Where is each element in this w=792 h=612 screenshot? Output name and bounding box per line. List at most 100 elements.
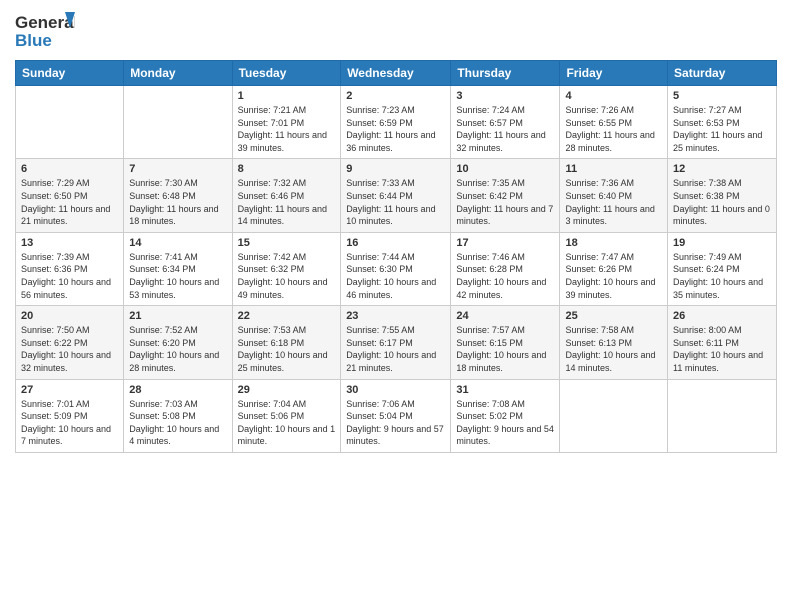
day-info: Sunrise: 7:32 AMSunset: 6:46 PMDaylight:… <box>238 177 336 227</box>
day-number: 12 <box>673 163 771 175</box>
day-number: 11 <box>565 163 662 175</box>
day-number: 27 <box>21 384 118 396</box>
day-number: 22 <box>238 310 336 322</box>
day-number: 8 <box>238 163 336 175</box>
day-number: 14 <box>129 237 226 249</box>
day-number: 17 <box>456 237 554 249</box>
day-info: Sunrise: 7:33 AMSunset: 6:44 PMDaylight:… <box>346 177 445 227</box>
day-cell-7: 7 Sunrise: 7:30 AMSunset: 6:48 PMDaylight… <box>124 159 232 232</box>
day-header-monday: Monday <box>124 61 232 86</box>
day-cell-10: 10 Sunrise: 7:35 AMSunset: 6:42 PMDayligh… <box>451 159 560 232</box>
day-cell-29: 29Sunrise: 7:04 AMSunset: 5:06 PMDayligh… <box>232 379 341 452</box>
week-row-4: 20 Sunrise: 7:50 AMSunset: 6:22 PMDayligh… <box>16 306 777 379</box>
day-cell-18: 18Sunrise: 7:47 AMSunset: 6:26 PMDayligh… <box>560 232 668 305</box>
logo-svg: GeneralBlue <box>15 10 75 52</box>
day-number: 7 <box>129 163 226 175</box>
week-row-1: 1 Sunrise: 7:21 AMSunset: 7:01 PMDaylight… <box>16 86 777 159</box>
day-info: Sunrise: 7:08 AMSunset: 5:02 PMDaylight:… <box>456 398 554 448</box>
day-info: Sunrise: 7:26 AMSunset: 6:55 PMDaylight:… <box>565 104 662 154</box>
day-number: 3 <box>456 90 554 102</box>
day-info: Sunrise: 7:21 AMSunset: 7:01 PMDaylight:… <box>238 104 336 154</box>
day-number: 13 <box>21 237 118 249</box>
day-cell-12: 12 Sunrise: 7:38 AMSunset: 6:38 PMDayligh… <box>668 159 777 232</box>
day-info: Sunrise: 7:06 AMSunset: 5:04 PMDaylight:… <box>346 398 445 448</box>
day-info: Sunrise: 7:44 AMSunset: 6:30 PMDaylight:… <box>346 251 445 301</box>
page: GeneralBlue SundayMondayTuesdayWednesday… <box>0 0 792 612</box>
calendar-table: SundayMondayTuesdayWednesdayThursdayFrid… <box>15 60 777 453</box>
day-info: Sunrise: 7:35 AMSunset: 6:42 PMDaylight:… <box>456 177 554 227</box>
day-number: 23 <box>346 310 445 322</box>
header: GeneralBlue <box>15 10 777 52</box>
day-cell-empty <box>124 86 232 159</box>
day-number: 21 <box>129 310 226 322</box>
day-cell-empty <box>16 86 124 159</box>
week-row-5: 27 Sunrise: 7:01 AMSunset: 5:09 PMDayligh… <box>16 379 777 452</box>
day-header-thursday: Thursday <box>451 61 560 86</box>
day-cell-13: 13 Sunrise: 7:39 AMSunset: 6:36 PMDayligh… <box>16 232 124 305</box>
day-number: 20 <box>21 310 118 322</box>
day-info: Sunrise: 7:58 AMSunset: 6:13 PMDaylight:… <box>565 324 662 374</box>
day-info: Sunrise: 7:03 AMSunset: 5:08 PMDaylight:… <box>129 398 226 448</box>
day-number: 19 <box>673 237 771 249</box>
day-cell-11: 11 Sunrise: 7:36 AMSunset: 6:40 PMDayligh… <box>560 159 668 232</box>
svg-text:Blue: Blue <box>15 31 52 50</box>
day-info: Sunrise: 7:36 AMSunset: 6:40 PMDaylight:… <box>565 177 662 227</box>
day-info: Sunrise: 7:23 AMSunset: 6:59 PMDaylight:… <box>346 104 445 154</box>
day-number: 16 <box>346 237 445 249</box>
svg-text:General: General <box>15 13 75 32</box>
day-number: 9 <box>346 163 445 175</box>
day-cell-27: 27 Sunrise: 7:01 AMSunset: 5:09 PMDayligh… <box>16 379 124 452</box>
day-cell-3: 3 Sunrise: 7:24 AMSunset: 6:57 PMDaylight… <box>451 86 560 159</box>
day-cell-19: 19Sunrise: 7:49 AMSunset: 6:24 PMDayligh… <box>668 232 777 305</box>
day-info: Sunrise: 7:57 AMSunset: 6:15 PMDaylight:… <box>456 324 554 374</box>
day-cell-30: 30Sunrise: 7:06 AMSunset: 5:04 PMDayligh… <box>341 379 451 452</box>
day-header-wednesday: Wednesday <box>341 61 451 86</box>
day-info: Sunrise: 7:50 AMSunset: 6:22 PMDaylight:… <box>21 324 118 374</box>
day-number: 31 <box>456 384 554 396</box>
day-info: Sunrise: 7:24 AMSunset: 6:57 PMDaylight:… <box>456 104 554 154</box>
day-info: Sunrise: 7:52 AMSunset: 6:20 PMDaylight:… <box>129 324 226 374</box>
day-cell-22: 22 Sunrise: 7:53 AMSunset: 6:18 PMDayligh… <box>232 306 341 379</box>
day-header-tuesday: Tuesday <box>232 61 341 86</box>
day-info: Sunrise: 7:38 AMSunset: 6:38 PMDaylight:… <box>673 177 771 227</box>
day-cell-25: 25 Sunrise: 7:58 AMSunset: 6:13 PMDayligh… <box>560 306 668 379</box>
day-cell-20: 20 Sunrise: 7:50 AMSunset: 6:22 PMDayligh… <box>16 306 124 379</box>
day-info: Sunrise: 7:04 AMSunset: 5:06 PMDaylight:… <box>238 398 336 448</box>
day-info: Sunrise: 7:53 AMSunset: 6:18 PMDaylight:… <box>238 324 336 374</box>
logo: GeneralBlue <box>15 10 75 52</box>
week-row-3: 13 Sunrise: 7:39 AMSunset: 6:36 PMDayligh… <box>16 232 777 305</box>
day-number: 28 <box>129 384 226 396</box>
day-number: 2 <box>346 90 445 102</box>
day-cell-14: 14 Sunrise: 7:41 AMSunset: 6:34 PMDayligh… <box>124 232 232 305</box>
day-info: Sunrise: 7:30 AMSunset: 6:48 PMDaylight:… <box>129 177 226 227</box>
day-cell-23: 23Sunrise: 7:55 AMSunset: 6:17 PMDayligh… <box>341 306 451 379</box>
day-cell-21: 21 Sunrise: 7:52 AMSunset: 6:20 PMDayligh… <box>124 306 232 379</box>
day-number: 25 <box>565 310 662 322</box>
day-header-saturday: Saturday <box>668 61 777 86</box>
day-number: 24 <box>456 310 554 322</box>
week-row-2: 6Sunrise: 7:29 AMSunset: 6:50 PMDaylight… <box>16 159 777 232</box>
day-info: Sunrise: 7:27 AMSunset: 6:53 PMDaylight:… <box>673 104 771 154</box>
day-number: 1 <box>238 90 336 102</box>
day-cell-empty <box>560 379 668 452</box>
day-headers-row: SundayMondayTuesdayWednesdayThursdayFrid… <box>16 61 777 86</box>
day-cell-6: 6Sunrise: 7:29 AMSunset: 6:50 PMDaylight… <box>16 159 124 232</box>
day-info: Sunrise: 8:00 AMSunset: 6:11 PMDaylight:… <box>673 324 771 374</box>
day-cell-9: 9 Sunrise: 7:33 AMSunset: 6:44 PMDaylight… <box>341 159 451 232</box>
day-number: 5 <box>673 90 771 102</box>
day-cell-28: 28 Sunrise: 7:03 AMSunset: 5:08 PMDayligh… <box>124 379 232 452</box>
day-info: Sunrise: 7:46 AMSunset: 6:28 PMDaylight:… <box>456 251 554 301</box>
day-cell-empty <box>668 379 777 452</box>
day-cell-4: 4 Sunrise: 7:26 AMSunset: 6:55 PMDaylight… <box>560 86 668 159</box>
day-cell-31: 31 Sunrise: 7:08 AMSunset: 5:02 PMDayligh… <box>451 379 560 452</box>
day-cell-16: 16 Sunrise: 7:44 AMSunset: 6:30 PMDayligh… <box>341 232 451 305</box>
day-info: Sunrise: 7:39 AMSunset: 6:36 PMDaylight:… <box>21 251 118 301</box>
day-info: Sunrise: 7:01 AMSunset: 5:09 PMDaylight:… <box>21 398 118 448</box>
day-cell-15: 15Sunrise: 7:42 AMSunset: 6:32 PMDayligh… <box>232 232 341 305</box>
day-info: Sunrise: 7:47 AMSunset: 6:26 PMDaylight:… <box>565 251 662 301</box>
day-number: 15 <box>238 237 336 249</box>
day-number: 10 <box>456 163 554 175</box>
day-info: Sunrise: 7:41 AMSunset: 6:34 PMDaylight:… <box>129 251 226 301</box>
day-number: 4 <box>565 90 662 102</box>
day-cell-8: 8 Sunrise: 7:32 AMSunset: 6:46 PMDaylight… <box>232 159 341 232</box>
